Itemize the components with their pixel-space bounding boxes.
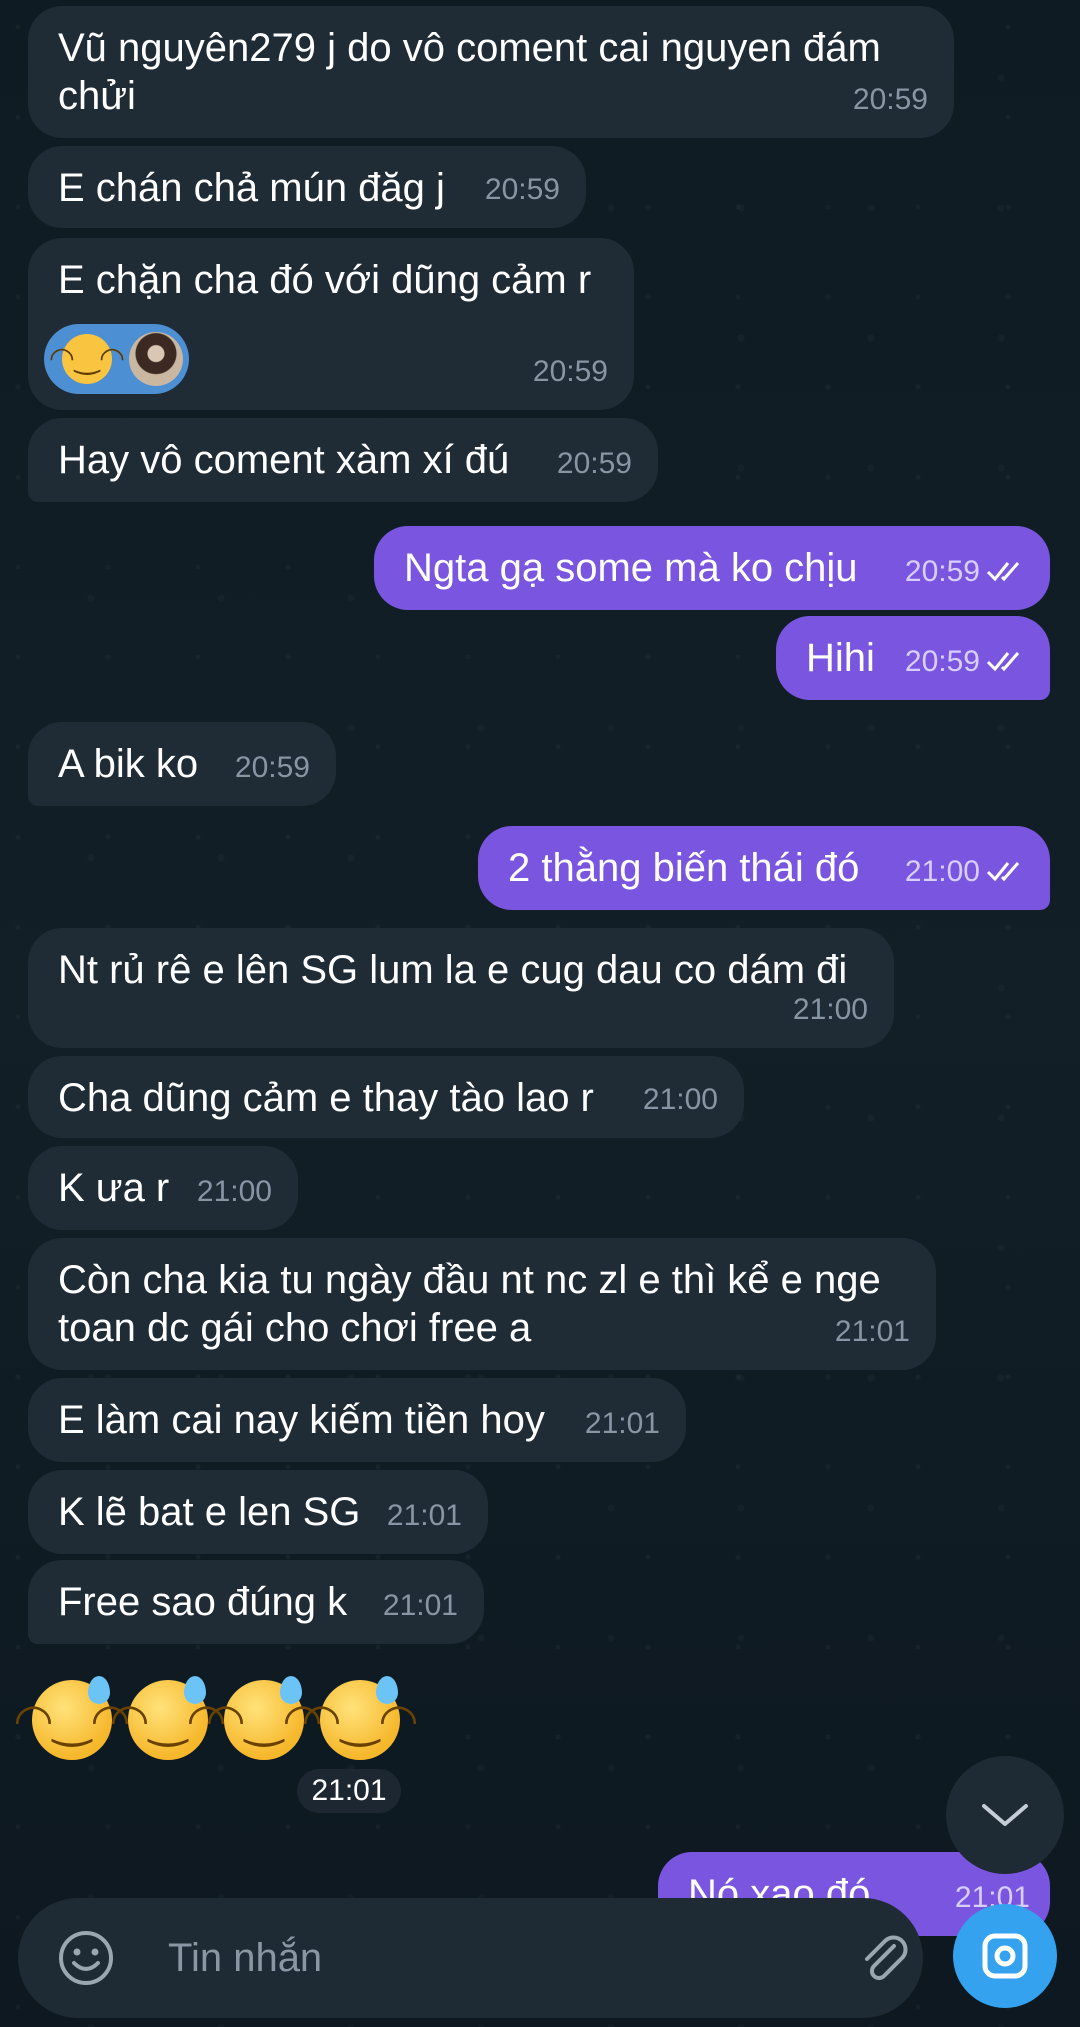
message-text: E chặn cha đó với dũng cảm r	[58, 258, 592, 302]
grinning-face-with-sweat-icon: ◠‿◠	[13, 1676, 131, 1760]
incoming-message[interactable]: Còn cha kia tu ngày đầu nt nc zl e thì k…	[28, 1238, 936, 1370]
message-text: Cha dũng cảm e thay tào lao r	[58, 1076, 594, 1120]
time-label: 21:00	[904, 855, 980, 888]
emoji-icon[interactable]	[56, 1928, 116, 1988]
incoming-message[interactable]: Nt rủ rê e lên SG lum la e cug dau co dá…	[28, 928, 894, 1048]
scroll-down-button[interactable]	[946, 1756, 1064, 1874]
grinning-face-with-sweat-icon: ◠‿◠	[301, 1676, 419, 1760]
message-time: 20:59	[532, 355, 608, 388]
outgoing-message[interactable]: Hihi 20:59	[776, 616, 1050, 700]
incoming-message[interactable]: E làm cai nay kiếm tiền hoy 21:01	[28, 1378, 686, 1462]
message-time: 21:01	[297, 1769, 401, 1813]
double-check-icon	[986, 562, 1020, 582]
message-text: Vũ nguyên279 j do vô coment cai nguyen đ…	[58, 26, 881, 118]
double-check-icon	[986, 862, 1020, 882]
outgoing-message[interactable]: 2 thằng biến thái đó 21:00	[478, 826, 1050, 910]
message-text: Ngta gạ some mà ko chịu	[404, 546, 858, 590]
message-input[interactable]: Tin nhắn	[168, 1936, 322, 1981]
chat-background: Vũ nguyên279 j do vô coment cai nguyen đ…	[0, 0, 1080, 2027]
message-time: 20:59	[556, 447, 632, 480]
message-text: Hay vô coment xàm xí đú	[58, 438, 510, 482]
message-time: 21:01	[834, 1315, 910, 1348]
message-time: 20:59	[234, 751, 310, 784]
message-text: E làm cai nay kiếm tiền hoy	[58, 1398, 545, 1442]
message-time: 21:00	[196, 1175, 272, 1208]
message-time: 20:59	[905, 548, 1030, 596]
incoming-message[interactable]: Free sao đúng k 21:01	[28, 1560, 484, 1644]
grinning-face-with-sweat-icon: ◠‿◠	[109, 1676, 227, 1760]
grinning-face-icon: ◠‿◠	[49, 334, 125, 384]
message-time: 21:01	[584, 1407, 660, 1440]
incoming-message[interactable]: K lẽ bat e len SG 21:01	[28, 1470, 488, 1554]
camera-icon	[982, 1933, 1028, 1979]
chevron-down-icon	[982, 1804, 1028, 1826]
camera-button[interactable]	[953, 1904, 1057, 2008]
message-text: E chán chả mún đăg j	[58, 166, 445, 210]
incoming-message[interactable]: A bik ko 20:59	[28, 722, 336, 806]
message-time: 20:59	[484, 173, 560, 206]
message-text: A bik ko	[58, 742, 199, 786]
message-time: 21:01	[386, 1499, 462, 1532]
avatar	[129, 332, 183, 386]
incoming-message[interactable]: E chặn cha đó với dũng cảm r ◠‿◠ 20:59	[28, 238, 634, 410]
incoming-message[interactable]: Cha dũng cảm e thay tào lao r 21:00	[28, 1056, 744, 1138]
message-text: Hihi	[806, 636, 875, 680]
time-label: 20:59	[904, 645, 980, 678]
message-input-bar[interactable]: Tin nhắn	[18, 1898, 923, 2018]
message-text: K ưa r	[58, 1166, 170, 1210]
message-time: 21:00	[905, 848, 1030, 896]
grinning-face-with-sweat-icon: ◠‿◠	[205, 1676, 323, 1760]
message-text: Free sao đúng k	[58, 1580, 348, 1624]
message-text: Còn cha kia tu ngày đầu nt nc zl e thì k…	[58, 1258, 881, 1350]
incoming-message[interactable]: K ưa r 21:00	[28, 1146, 298, 1230]
incoming-message[interactable]: E chán chả mún đăg j 20:59	[28, 146, 586, 228]
reaction-badge[interactable]: ◠‿◠	[44, 324, 189, 394]
message-text: K lẽ bat e len SG	[58, 1490, 361, 1534]
message-time: 21:00	[642, 1083, 718, 1116]
time-label: 20:59	[904, 555, 980, 588]
message-text: 2 thằng biến thái đó	[508, 846, 860, 890]
message-text: Nt rủ rê e lên SG lum la e cug dau co dá…	[58, 948, 848, 992]
paperclip-icon[interactable]	[854, 1928, 914, 1988]
message-time: 21:01	[382, 1589, 458, 1622]
message-time: 20:59	[905, 638, 1030, 686]
incoming-message[interactable]: Vũ nguyên279 j do vô coment cai nguyen đ…	[28, 6, 954, 138]
message-time: 20:59	[852, 83, 928, 116]
message-time: 21:00	[792, 993, 868, 1026]
incoming-message[interactable]: Hay vô coment xàm xí đú 20:59	[28, 418, 658, 502]
double-check-icon	[986, 652, 1020, 672]
outgoing-message[interactable]: Ngta gạ some mà ko chịu 20:59	[374, 526, 1050, 610]
